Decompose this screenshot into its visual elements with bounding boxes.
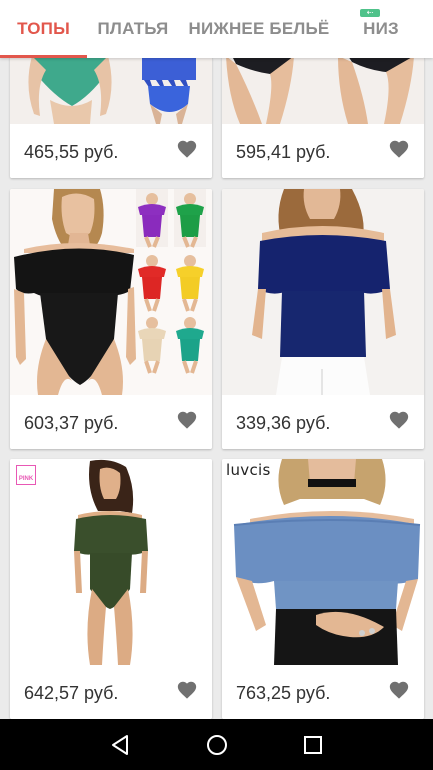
product-grid: 465,55 руб. 595,41 руб. 603,37 руб. 339,… <box>0 58 433 719</box>
category-tab-bar: ТОПЫ ПЛАТЬЯ НИЖНЕЕ БЕЛЬЁ НИЗ ⇠ <box>0 0 433 58</box>
heart-icon[interactable] <box>388 409 410 431</box>
product-footer: 763,25 руб. <box>222 665 424 719</box>
tab-badge: ⇠ <box>360 9 380 17</box>
product-price: 339,36 руб. <box>236 413 331 433</box>
product-card[interactable]: luvcis 763,25 руб. <box>222 459 424 719</box>
tab-lingerie[interactable]: НИЖНЕЕ БЕЛЬЁ <box>179 0 339 58</box>
product-image[interactable]: PINK <box>10 459 212 665</box>
product-image[interactable]: luvcis <box>222 459 424 665</box>
product-footer: 465,55 руб. <box>10 124 212 178</box>
product-price: 763,25 руб. <box>236 683 331 703</box>
heart-icon[interactable] <box>176 679 198 701</box>
product-footer: 595,41 руб. <box>222 124 424 178</box>
brand-logo: PINK <box>16 465 36 485</box>
system-nav-bar <box>0 719 433 770</box>
product-card[interactable]: 465,55 руб. <box>10 58 212 178</box>
product-price: 642,57 руб. <box>24 683 119 703</box>
heart-icon[interactable] <box>388 679 410 701</box>
tab-dresses[interactable]: ПЛАТЬЯ <box>87 0 179 58</box>
back-triangle-icon[interactable] <box>107 732 133 758</box>
swipe-icon: ⇠ <box>366 8 374 17</box>
product-footer: 603,37 руб. <box>10 395 212 449</box>
active-tab-indicator <box>0 55 87 58</box>
product-card[interactable]: 339,36 руб. <box>222 189 424 449</box>
heart-icon[interactable] <box>176 138 198 160</box>
product-price: 595,41 руб. <box>236 142 331 162</box>
product-footer: 339,36 руб. <box>222 395 424 449</box>
tab-bottoms[interactable]: НИЗ <box>339 0 423 58</box>
product-footer: 642,57 руб. <box>10 665 212 719</box>
product-price: 603,37 руб. <box>24 413 119 433</box>
heart-icon[interactable] <box>176 409 198 431</box>
product-image[interactable] <box>222 58 424 124</box>
product-price: 465,55 руб. <box>24 142 119 162</box>
product-card[interactable]: PINK 642,57 руб. <box>10 459 212 719</box>
product-image[interactable] <box>10 189 212 395</box>
product-image[interactable] <box>222 189 424 395</box>
recents-square-icon[interactable] <box>300 732 326 758</box>
home-circle-icon[interactable] <box>204 732 230 758</box>
tab-tops[interactable]: ТОПЫ <box>0 0 87 58</box>
product-image[interactable] <box>10 58 212 124</box>
heart-icon[interactable] <box>388 138 410 160</box>
product-card[interactable]: 595,41 руб. <box>222 58 424 178</box>
product-card[interactable]: 603,37 руб. <box>10 189 212 449</box>
brand-logo: luvcis <box>226 461 271 479</box>
